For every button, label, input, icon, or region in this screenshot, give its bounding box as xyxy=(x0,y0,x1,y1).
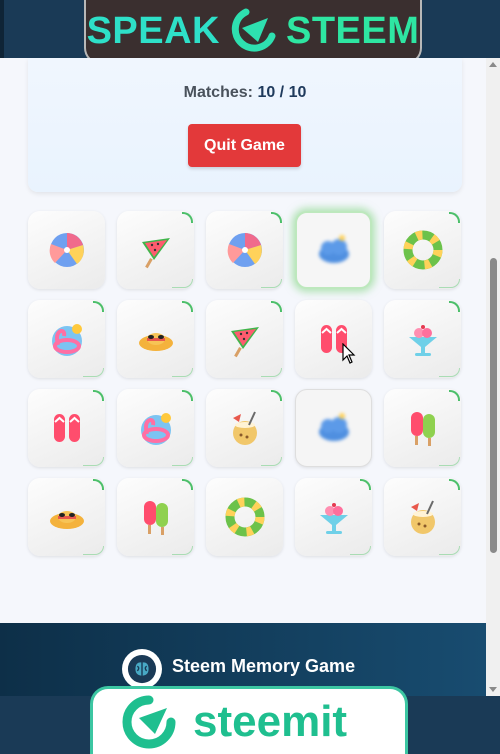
popsicles-icon xyxy=(410,412,435,446)
sun-hat-icon xyxy=(138,333,173,351)
card-flamingo-float[interactable] xyxy=(117,389,194,467)
speak-steem-mark-icon xyxy=(231,8,276,52)
popsicles-icon xyxy=(143,501,168,535)
card-coconut-drink[interactable] xyxy=(206,389,283,467)
card-cloud-blur[interactable] xyxy=(295,389,372,467)
card-watermelon[interactable] xyxy=(117,211,194,289)
sun-hat-icon xyxy=(49,511,84,529)
ice-cream-sundae-icon xyxy=(319,503,348,534)
memory-board xyxy=(28,211,468,557)
card-flip-flops[interactable] xyxy=(28,389,105,467)
card-popsicles[interactable] xyxy=(384,389,461,467)
card-watermelon[interactable] xyxy=(206,300,283,378)
matches-label: Matches: xyxy=(183,84,253,101)
card-beach-ball[interactable] xyxy=(206,211,283,289)
matches-value: 10 / 10 xyxy=(257,84,307,101)
steemit-logo: steemit xyxy=(90,686,408,754)
brain-logo-icon xyxy=(122,649,162,689)
steemit-wordmark: steemit xyxy=(193,696,348,746)
scroll-down-icon[interactable] xyxy=(489,687,497,692)
speak-steem-logo: SPEAK STEEM xyxy=(84,0,422,64)
brand-word-steem: STEEM xyxy=(286,9,420,52)
steemit-mark-icon xyxy=(122,695,176,748)
coconut-drink-icon xyxy=(410,500,435,534)
footer-title: Steem Memory Game xyxy=(172,656,356,676)
card-sun-hat[interactable] xyxy=(117,300,194,378)
flamingo-float-icon xyxy=(140,413,171,445)
watermelon-icon xyxy=(230,327,259,358)
coconut-drink-icon xyxy=(232,411,257,445)
beach-ball-icon xyxy=(49,233,84,267)
matches-counter: Matches: 10 / 10 xyxy=(28,84,462,102)
cloud-blur-icon xyxy=(318,413,349,441)
status-panel: Matches: 10 / 10 Quit Game xyxy=(28,58,462,192)
flamingo-float-icon xyxy=(51,324,82,356)
card-sun-hat[interactable] xyxy=(28,478,105,556)
card-popsicles[interactable] xyxy=(117,478,194,556)
card-flip-flops[interactable] xyxy=(295,300,372,378)
quit-game-button[interactable]: Quit Game xyxy=(188,124,301,167)
swim-ring-icon xyxy=(403,230,442,270)
mouse-pointer-icon xyxy=(342,343,356,364)
card-cloud-blur-selected[interactable] xyxy=(295,211,372,289)
ice-cream-sundae-icon xyxy=(408,325,437,356)
scroll-up-icon[interactable] xyxy=(489,62,497,67)
vertical-scrollbar[interactable] xyxy=(486,58,500,696)
watermelon-icon xyxy=(141,238,170,269)
beach-ball-icon xyxy=(227,233,262,267)
card-ice-cream-sundae[interactable] xyxy=(384,300,461,378)
card-coconut-drink[interactable] xyxy=(384,478,461,556)
card-beach-ball[interactable] xyxy=(28,211,105,289)
brand-word-speak: SPEAK xyxy=(86,9,220,52)
flip-flops-icon xyxy=(53,414,80,442)
game-main: Matches: 10 / 10 Quit Game xyxy=(4,58,486,623)
scrollbar-thumb[interactable] xyxy=(490,258,497,553)
card-flamingo-float[interactable] xyxy=(28,300,105,378)
card-swim-ring[interactable] xyxy=(384,211,461,289)
swim-ring-icon xyxy=(225,497,264,537)
cloud-blur-icon xyxy=(318,235,349,263)
card-ice-cream-sundae[interactable] xyxy=(295,478,372,556)
card-swim-ring[interactable] xyxy=(206,478,283,556)
